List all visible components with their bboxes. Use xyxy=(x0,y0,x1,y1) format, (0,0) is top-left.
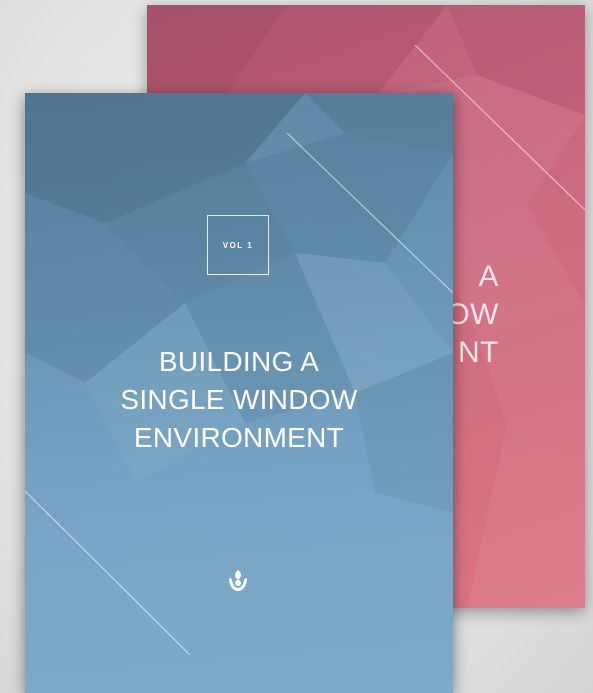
front-cover-title: BUILDING A SINGLE WINDOW ENVIRONMENT xyxy=(120,346,358,453)
wco-emblem-icon xyxy=(229,570,247,591)
volume-badge: VOL 1 xyxy=(207,215,269,275)
book-mockup: A OW NT VOL 1 BUILDING A SINGLE WINDOW E… xyxy=(0,0,593,693)
volume-label: VOL 1 xyxy=(222,240,254,250)
front-cover: VOL 1 BUILDING A SINGLE WINDOW ENVIRONME… xyxy=(25,93,453,693)
